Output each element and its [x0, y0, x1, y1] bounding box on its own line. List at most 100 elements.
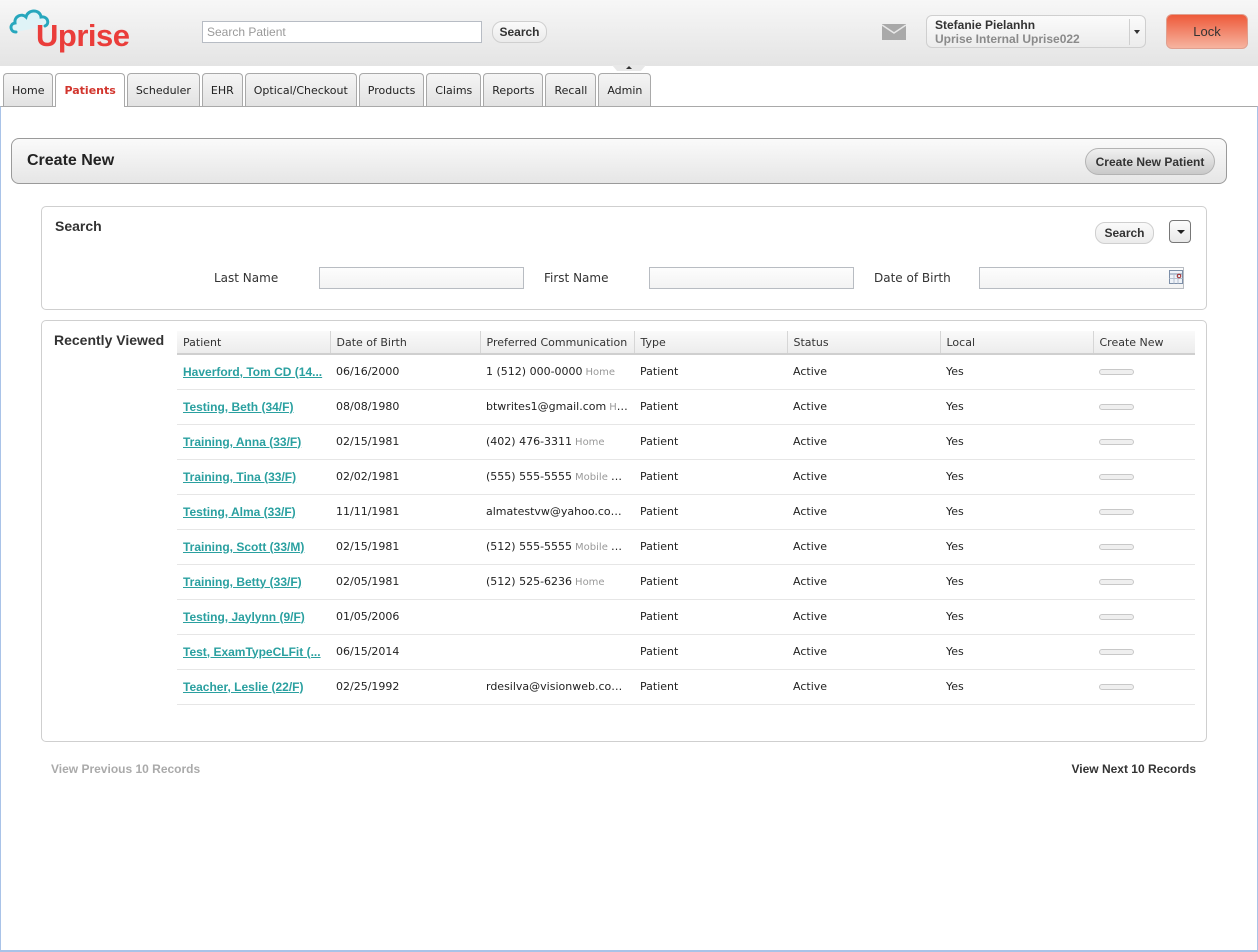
- create-new-row-button[interactable]: [1099, 404, 1134, 410]
- create-new-row-button[interactable]: [1099, 684, 1134, 690]
- user-account-dropdown[interactable]: Stefanie Pielanhn Uprise Internal Uprise…: [926, 15, 1146, 48]
- type-cell: Patient: [634, 354, 787, 390]
- patient-cell: Training, Betty (33/F): [177, 564, 330, 600]
- communication-cell: (512) 525-6236 Home: [480, 564, 634, 600]
- communication-value: (402) 476-3311: [486, 435, 573, 448]
- communication-cell: (512) 555-5555Mobile Phone: [480, 529, 634, 565]
- create-new-cell: [1093, 459, 1195, 495]
- status-cell: Active: [787, 424, 940, 460]
- create-new-cell: [1093, 599, 1195, 635]
- create-new-cell: [1093, 634, 1195, 670]
- view-next-records-link[interactable]: View Next 10 Records: [1071, 762, 1196, 776]
- patient-link[interactable]: Training, Anna (33/F): [183, 435, 324, 449]
- create-new-cell: [1093, 669, 1195, 705]
- local-cell: Yes: [940, 599, 1093, 635]
- create-new-row-button[interactable]: [1099, 579, 1134, 585]
- tab-scheduler[interactable]: Scheduler: [126, 73, 200, 106]
- patient-link[interactable]: Testing, Alma (33/F): [183, 505, 324, 519]
- patient-link[interactable]: Testing, Jaylynn (9/F): [183, 610, 324, 624]
- create-new-row-button[interactable]: [1099, 649, 1134, 655]
- local-cell: Yes: [940, 389, 1093, 425]
- patient-cell: Testing, Jaylynn (9/F): [177, 599, 330, 635]
- tab-ehr[interactable]: EHR: [201, 73, 243, 106]
- view-previous-records-link[interactable]: View Previous 10 Records: [51, 762, 200, 776]
- patient-link[interactable]: Training, Betty (33/F): [183, 575, 324, 589]
- recently-viewed-panel: Recently Viewed Patient Date of Birth Pr…: [41, 320, 1207, 742]
- local-cell: Yes: [940, 424, 1093, 460]
- communication-cell: btwrites1@gmail.comHome: [480, 389, 634, 425]
- column-header-preferred-communication[interactable]: Preferred Communication: [480, 331, 635, 355]
- search-options-toggle[interactable]: [1169, 220, 1191, 243]
- patient-search-input[interactable]: [202, 21, 482, 43]
- create-new-row-button[interactable]: [1099, 369, 1134, 376]
- tab-reports[interactable]: Reports: [483, 73, 544, 106]
- communication-type: Home: [609, 402, 628, 413]
- create-new-cell: [1093, 424, 1195, 460]
- create-new-row-button[interactable]: [1099, 474, 1134, 480]
- local-cell: Yes: [940, 459, 1093, 495]
- create-new-patient-button[interactable]: Create New Patient: [1085, 148, 1215, 175]
- search-panel: Search Search Last Name First Name Date …: [41, 206, 1207, 310]
- envelope-icon[interactable]: [882, 24, 906, 40]
- last-name-input[interactable]: [319, 267, 524, 289]
- app-header: Uprise Search Stefanie Pielanhn Uprise I…: [0, 0, 1258, 66]
- status-cell: Active: [787, 389, 940, 425]
- status-cell: Active: [787, 494, 940, 530]
- local-cell: Yes: [940, 634, 1093, 670]
- patient-link[interactable]: Test, ExamTypeCLFit (...: [183, 645, 324, 659]
- patient-link[interactable]: Training, Tina (33/F): [183, 470, 324, 484]
- lock-button[interactable]: Lock: [1166, 14, 1248, 49]
- tab-home[interactable]: Home: [3, 73, 54, 106]
- uprise-logo[interactable]: Uprise: [8, 6, 133, 56]
- table-row: Haverford, Tom CD (14... 06/16/2000 1 (512…: [177, 354, 1195, 390]
- tab-products[interactable]: Products: [358, 73, 425, 106]
- table-row: Training, Anna (33/F) 02/15/1981 (402) 476…: [177, 424, 1195, 460]
- last-name-label: Last Name: [214, 271, 279, 285]
- type-cell: Patient: [634, 669, 787, 705]
- patient-cell: Testing, Beth (34/F): [177, 389, 330, 425]
- tab-optical-checkout[interactable]: Optical/Checkout: [244, 73, 357, 106]
- column-header-status[interactable]: Status: [787, 331, 941, 355]
- calendar-icon[interactable]: [1169, 270, 1183, 284]
- column-header-create-new: Create New: [1093, 331, 1195, 355]
- date-of-birth-input[interactable]: [979, 267, 1184, 289]
- patient-link[interactable]: Teacher, Leslie (22/F): [183, 680, 324, 694]
- dob-cell: 06/16/2000: [330, 354, 480, 390]
- first-name-input[interactable]: [649, 267, 854, 289]
- table-row: Training, Tina (33/F) 02/02/1981 (555) 555…: [177, 459, 1195, 495]
- communication-cell: (402) 476-3311 Home: [480, 424, 634, 460]
- column-header-patient[interactable]: Patient: [177, 331, 331, 355]
- patient-link[interactable]: Testing, Beth (34/F): [183, 400, 324, 414]
- create-new-row-button[interactable]: [1099, 439, 1134, 445]
- tab-admin[interactable]: Admin: [598, 73, 652, 106]
- patient-link[interactable]: Haverford, Tom CD (14...: [183, 365, 324, 379]
- user-organization: Uprise Internal Uprise022: [935, 32, 1080, 46]
- logo-text: Uprise: [36, 18, 130, 53]
- table-row: Testing, Jaylynn (9/F) 01/05/2006 Patient A…: [177, 599, 1195, 635]
- caret-down-icon: [1134, 30, 1140, 34]
- create-new-cell: [1093, 529, 1195, 565]
- communication-cell: [480, 599, 634, 635]
- patient-link[interactable]: Training, Scott (33/M): [183, 540, 324, 554]
- communication-type: Home: [585, 367, 616, 379]
- create-new-cell: [1093, 354, 1195, 390]
- local-cell: Yes: [940, 669, 1093, 705]
- patient-cell: Testing, Alma (33/F): [177, 494, 330, 530]
- create-new-row-button[interactable]: [1099, 544, 1134, 550]
- create-new-row-button[interactable]: [1099, 614, 1134, 620]
- create-new-row-button[interactable]: [1099, 509, 1134, 515]
- column-header-type[interactable]: Type: [634, 331, 788, 355]
- column-header-local[interactable]: Local: [940, 331, 1094, 355]
- type-cell: Patient: [634, 494, 787, 530]
- search-button[interactable]: Search: [1095, 222, 1154, 244]
- tab-patients[interactable]: Patients: [55, 73, 125, 107]
- communication-value: btwrites1@gmail.com: [486, 400, 607, 413]
- patient-search-button[interactable]: Search: [492, 21, 547, 43]
- local-cell: Yes: [940, 494, 1093, 530]
- status-cell: Active: [787, 669, 940, 705]
- status-cell: Active: [787, 634, 940, 670]
- tab-recall[interactable]: Recall: [545, 73, 597, 106]
- dropdown-divider: [1129, 19, 1130, 45]
- tab-claims[interactable]: Claims: [426, 73, 482, 106]
- column-header-date-of-birth[interactable]: Date of Birth: [330, 331, 481, 355]
